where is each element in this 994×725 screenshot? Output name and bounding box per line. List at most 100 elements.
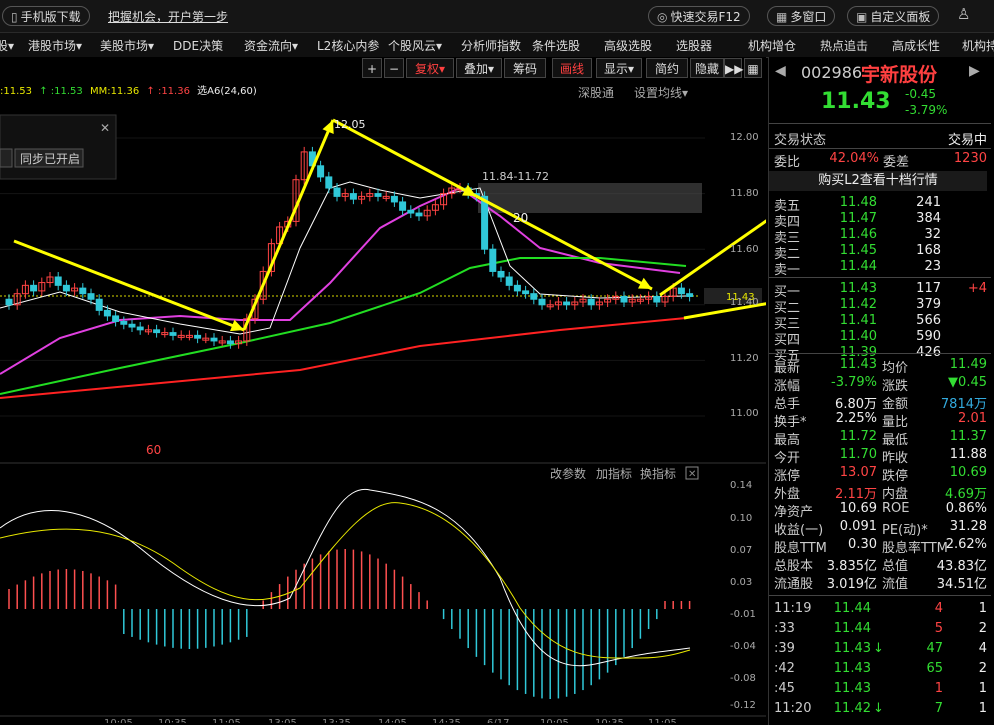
menu-item-us[interactable]: 美股市场▾ bbox=[100, 37, 154, 54]
menu-item-l2[interactable]: L2核心内参 bbox=[317, 37, 379, 54]
draw-line-button[interactable]: 画线 bbox=[552, 58, 592, 78]
candle-body bbox=[349, 193, 357, 200]
simple-button[interactable]: 简约 bbox=[646, 58, 688, 78]
menu-item-hk[interactable]: 港股市场▾ bbox=[28, 37, 82, 54]
tick-row: :42 11.43 65 2 bbox=[769, 661, 987, 679]
l2-purchase-link[interactable]: 购买L2查看十档行情 bbox=[769, 171, 987, 191]
candle-body bbox=[399, 201, 407, 211]
stat-label: PE(动)* bbox=[882, 523, 928, 538]
quick-trade-button[interactable]: ◎ 快速交易F12 bbox=[648, 6, 750, 26]
stat-value: 2.01 bbox=[958, 411, 987, 426]
legend-ma3: ↑ :11.36 bbox=[146, 86, 190, 97]
time-tick: 13:35 bbox=[322, 718, 351, 723]
menu-item-growth[interactable]: 高成长性 bbox=[892, 37, 940, 54]
candle-body bbox=[538, 298, 546, 306]
tick-price: 11.44 bbox=[833, 621, 871, 636]
close-icon[interactable]: ✕ bbox=[100, 121, 110, 135]
mobile-download-button[interactable]: ▯ 手机版下载 bbox=[2, 6, 90, 26]
stat-value: 11.72 bbox=[839, 429, 877, 444]
expand-icon[interactable]: ▶▶ bbox=[724, 58, 743, 78]
tick-arrow: ↓ bbox=[873, 641, 884, 656]
stat-row: 换手* 2.25% 量比 2.01 bbox=[769, 411, 987, 430]
status-label: 交易状态 bbox=[774, 133, 827, 148]
edit-params-button[interactable]: 改参数 bbox=[550, 466, 586, 481]
menu-item-hot[interactable]: 热点追击 bbox=[820, 37, 868, 54]
price-tick: 11.00 bbox=[730, 408, 759, 419]
tick-volume: 65 bbox=[926, 661, 943, 676]
add-indicator-button[interactable]: 加指标 bbox=[596, 466, 632, 481]
candle-body bbox=[169, 332, 177, 336]
menu-item-advanced[interactable]: 高级选股 bbox=[604, 37, 652, 54]
stat-row: 总股本 3.835亿 总值 43.83亿 bbox=[769, 555, 987, 574]
user-icon[interactable]: ♙ bbox=[957, 5, 970, 23]
price-tick: 11.40 bbox=[730, 297, 759, 308]
candle-body bbox=[620, 295, 628, 303]
tick-volume: 5 bbox=[934, 621, 943, 636]
menu-item-analyst[interactable]: 分析师指数 bbox=[461, 37, 521, 54]
menu-item-risk[interactable]: 个股风云▾ bbox=[388, 37, 442, 54]
chart-toolbar: + − 复权▾ 叠加▾ 筹码 画线 显示▾ 简约 隐藏 ▶▶ ▦ bbox=[0, 57, 766, 79]
stat-label: 最新 bbox=[774, 361, 801, 376]
stat-row: 最高 11.72 最低 11.37 bbox=[769, 429, 987, 448]
display-button[interactable]: 显示▾ bbox=[596, 58, 642, 78]
menu-item-condition[interactable]: 条件选股 bbox=[532, 37, 580, 54]
promo-link[interactable]: 把握机会，开户第一步 bbox=[108, 8, 228, 25]
ask-row[interactable]: 卖一 11.44 23 bbox=[769, 259, 987, 278]
overlay-button[interactable]: 叠加▾ bbox=[456, 58, 502, 78]
candle-body bbox=[415, 212, 423, 217]
macd-tick: 0.03 bbox=[730, 577, 753, 588]
tick-volume: 4 bbox=[934, 601, 943, 616]
menu-item-stock[interactable]: 股▾ bbox=[0, 37, 14, 54]
fuquan-button[interactable]: 复权▾ bbox=[406, 58, 454, 78]
stat-label: 总值 bbox=[882, 559, 909, 574]
annotation-arrow bbox=[242, 119, 335, 331]
zoom-in-button[interactable]: + bbox=[362, 58, 382, 78]
candle-body bbox=[481, 195, 489, 250]
stat-value: -3.79% bbox=[831, 375, 877, 390]
menu-bar: 股▾ 港股市场▾ 美股市场▾ DDE决策 资金流向▾ L2核心内参 个股风云▾ … bbox=[0, 33, 994, 58]
stat-value: 0.86% bbox=[945, 501, 987, 516]
hide-button[interactable]: 隐藏 bbox=[690, 58, 724, 78]
prev-stock-icon[interactable]: ◀ bbox=[775, 63, 786, 79]
menu-item-dde[interactable]: DDE决策 bbox=[173, 37, 223, 54]
stat-value: 2.25% bbox=[835, 411, 877, 426]
menu-item-inst[interactable]: 机构增仓 bbox=[748, 37, 796, 54]
price-chart[interactable]: ✕ 同步已开启 11.43 12.05 11.84-11.72 20 60 改参… bbox=[0, 98, 766, 723]
time-tick: 6/17 bbox=[487, 718, 509, 723]
custom-panel-button[interactable]: ▣ 自定义面板 bbox=[847, 6, 940, 26]
stock-pct: -3.79% bbox=[905, 103, 948, 117]
stat-value: 10.69 bbox=[949, 465, 987, 480]
candle-body bbox=[522, 290, 530, 295]
annotation-arrow bbox=[332, 118, 477, 198]
stat-row: 收益(一) 0.091 PE(动)* 31.28 bbox=[769, 519, 987, 538]
ask-volume: 241 bbox=[916, 195, 941, 210]
zoom-out-button[interactable]: − bbox=[384, 58, 404, 78]
switch-indicator-button[interactable]: 换指标 bbox=[640, 466, 676, 481]
next-stock-icon[interactable]: ▶ bbox=[969, 63, 980, 79]
menu-item-fund-flow[interactable]: 资金流向▾ bbox=[244, 37, 298, 54]
menu-item-inst2[interactable]: 机构持 bbox=[962, 37, 994, 54]
divider bbox=[769, 148, 991, 149]
stat-label: 今开 bbox=[774, 451, 801, 466]
chip-button[interactable]: 筹码 bbox=[504, 58, 546, 78]
stat-value: 31.28 bbox=[949, 519, 987, 534]
divider bbox=[769, 123, 991, 124]
candle-body bbox=[136, 326, 144, 331]
candle-body bbox=[677, 287, 685, 295]
top-bar: ▯ 手机版下载 把握机会，开户第一步 ◎ 快速交易F12 ▦ 多窗口 ▣ 自定义面板 ♙ bbox=[0, 0, 994, 33]
stat-row: 涨幅 -3.79% 涨跌 ▼0.45 bbox=[769, 375, 987, 394]
candle-body bbox=[587, 298, 595, 306]
price-tick: 11.20 bbox=[730, 353, 759, 364]
multi-window-button[interactable]: ▦ 多窗口 bbox=[767, 6, 836, 26]
stat-row: 净资产 10.69 ROE 0.86% bbox=[769, 501, 987, 520]
ask-price: 11.48 bbox=[839, 195, 877, 210]
stat-label: 股息率TTM bbox=[882, 541, 948, 556]
status-row: 交易状态 交易中 bbox=[769, 129, 987, 148]
stat-value: 10.69 bbox=[839, 501, 877, 516]
menu-item-selector[interactable]: 选股器 bbox=[676, 37, 712, 54]
tick-count: 1 bbox=[978, 701, 987, 716]
grid-icon[interactable]: ▦ bbox=[744, 58, 762, 78]
stat-label: 总手 bbox=[774, 397, 801, 412]
stat-row: 涨停 13.07 跌停 10.69 bbox=[769, 465, 987, 484]
candle-body bbox=[686, 293, 694, 297]
